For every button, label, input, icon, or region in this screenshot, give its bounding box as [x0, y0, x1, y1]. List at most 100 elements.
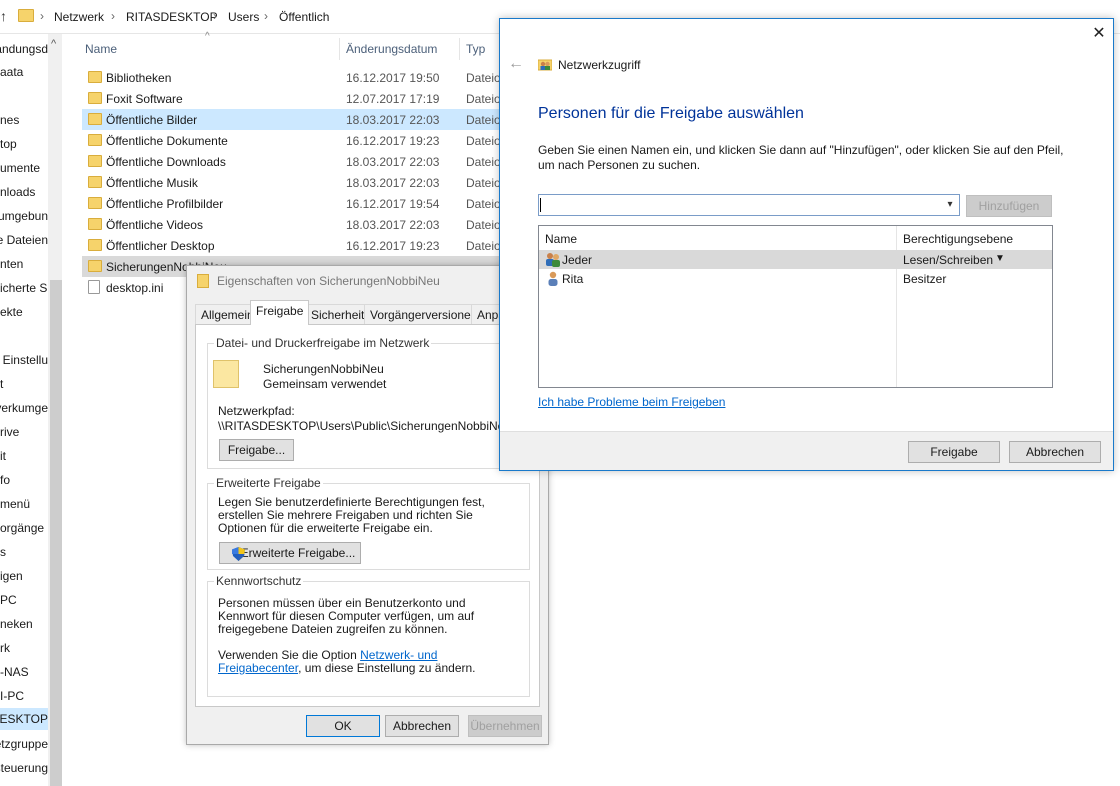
nav-item[interactable]: nloads: [0, 181, 48, 203]
chevron-down-icon[interactable]: ▾: [943, 197, 957, 213]
apply-button[interactable]: Übernehmen: [468, 715, 542, 737]
nav-item[interactable]: nes: [0, 109, 48, 131]
dialog-footer: Freigabe Abbrechen: [500, 431, 1113, 470]
nav-item[interactable]: fo: [0, 469, 48, 491]
chevron-up-icon[interactable]: ^: [51, 38, 56, 50]
nav-item[interactable]: e Dateien: [0, 229, 48, 251]
nav-item[interactable]: orgänge: [0, 517, 48, 539]
folder-icon: [88, 71, 102, 83]
file-row[interactable]: Öffentliche Dokumente 16.12.2017 19:23 D…: [82, 130, 502, 151]
nav-item-selected[interactable]: DESKTOP: [0, 708, 48, 730]
cancel-button[interactable]: Abbrechen: [1009, 441, 1101, 463]
file-type: Dateio: [466, 134, 501, 148]
list-row-jeder[interactable]: Jeder Lesen/Schreiben ▼: [539, 250, 1052, 269]
group-title: Erweiterte Freigabe: [214, 476, 323, 490]
nav-item[interactable]: igen: [0, 565, 48, 587]
share-confirm-button[interactable]: Freigabe: [908, 441, 1000, 463]
list-header-permission[interactable]: Berechtigungsebene: [903, 232, 1013, 246]
breadcrumb-netzwerk[interactable]: Netzwerk: [54, 10, 104, 24]
uac-shield-icon: [232, 547, 245, 561]
breadcrumb-ritasdesktop[interactable]: RITASDESKTOP: [126, 10, 218, 24]
nav-item[interactable]: rive: [0, 421, 48, 443]
nav-item[interactable]: top: [0, 133, 48, 155]
advanced-share-group: Erweiterte Freigabe Legen Sie benutzerde…: [207, 476, 530, 570]
nav-item[interactable]: menü: [0, 493, 48, 515]
sidebar-scrollbar-thumb[interactable]: [50, 280, 62, 786]
nav-item[interactable]: neken: [0, 613, 48, 635]
nav-item[interactable]: PC: [0, 589, 48, 611]
nav-item[interactable]: umente: [0, 157, 48, 179]
file-type: Dateio: [466, 239, 501, 253]
group-title: Kennwortschutz: [214, 574, 304, 588]
ok-button[interactable]: OK: [306, 715, 380, 737]
triangle-down-icon[interactable]: ▼: [995, 253, 1005, 264]
sharing-problems-link[interactable]: Ich habe Probleme beim Freigeben: [538, 395, 725, 409]
properties-dialog[interactable]: Eigenschaften von SicherungenNobbiNeu Al…: [186, 265, 549, 745]
column-header-name[interactable]: Name: [85, 42, 117, 56]
tab-freigabe[interactable]: Freigabe: [250, 300, 310, 325]
folder-icon: [88, 113, 102, 125]
add-button[interactable]: Hinzufügen: [966, 195, 1052, 217]
file-row[interactable]: Bibliotheken 16.12.2017 19:50 Dateio: [82, 67, 502, 88]
permissions-list[interactable]: Name Berechtigungsebene Jeder Lesen/Schr…: [538, 225, 1053, 388]
nav-item[interactable]: e Einstellu: [0, 349, 48, 371]
file-row[interactable]: Öffentliche Downloads 18.03.2017 22:03 D…: [82, 151, 502, 172]
up-arrow-icon[interactable]: ↑: [0, 8, 10, 26]
group-user-icon: [546, 253, 560, 267]
file-row[interactable]: Öffentliche Musik 18.03.2017 22:03 Datei…: [82, 172, 502, 193]
nav-item[interactable]: it: [0, 445, 48, 467]
nav-item[interactable]: rk: [0, 637, 48, 659]
nav-item[interactable]: t: [0, 373, 48, 395]
file-row[interactable]: Foxit Software 12.07.2017 17:19 Dateio: [82, 88, 502, 109]
network-path-value: \\RITASDESKTOP\Users\Public\SicherungenN…: [218, 419, 512, 433]
permission-level-dropdown[interactable]: Lesen/Schreiben: [903, 253, 993, 267]
file-type: Dateio: [466, 176, 501, 190]
back-arrow-icon[interactable]: ←: [508, 55, 524, 73]
folder-icon: [88, 260, 102, 272]
file-name: desktop.ini: [106, 281, 164, 295]
nav-item[interactable]: -NAS: [0, 661, 48, 683]
column-divider[interactable]: [459, 38, 460, 60]
nav-item[interactable]: icherte S: [0, 277, 48, 299]
permission-level[interactable]: Besitzer: [903, 272, 946, 286]
nav-item[interactable]: s: [0, 541, 48, 563]
nav-item[interactable]: nten: [0, 253, 48, 275]
list-row-rita[interactable]: Rita Besitzer: [539, 269, 1052, 288]
person-name-combobox[interactable]: ▾: [538, 194, 960, 216]
nav-item[interactable]: I-PC: [0, 685, 48, 707]
column-divider[interactable]: [339, 38, 340, 60]
close-icon[interactable]: ✕: [1090, 25, 1108, 43]
file-row[interactable]: Öffentliche Videos 18.03.2017 22:03 Date…: [82, 214, 502, 235]
network-access-dialog[interactable]: ✕ ← Netzwerkzugriff Personen für die Fre…: [499, 18, 1114, 471]
nav-item[interactable]: etzgruppe: [0, 733, 48, 755]
advanced-share-button[interactable]: Erweiterte Freigabe...: [219, 542, 361, 564]
dialog-title: Eigenschaften von SicherungenNobbiNeu: [217, 274, 440, 288]
file-row[interactable]: Öffentlicher Desktop 16.12.2017 19:23 Da…: [82, 235, 502, 256]
nav-item[interactable]: steuerung: [0, 757, 48, 779]
nav-item[interactable]: ekte: [0, 301, 48, 323]
column-header-date[interactable]: Änderungsdatum: [346, 42, 437, 56]
nav-item[interactable]: umgebun: [0, 205, 48, 227]
breadcrumb-oeffentlich[interactable]: Öffentlich: [279, 10, 329, 24]
chevron-right-icon: ›: [213, 9, 217, 23]
file-date: 18.03.2017 22:03: [346, 113, 440, 127]
breadcrumb-users[interactable]: Users: [228, 10, 259, 24]
folder-icon: [88, 155, 102, 167]
column-header-type[interactable]: Typ: [466, 42, 485, 56]
hint-suffix: , um diese Einstellung zu ändern.: [298, 661, 476, 675]
file-name: Öffentliche Bilder: [106, 113, 198, 127]
file-name: Öffentliche Downloads: [106, 155, 226, 169]
tab-sicherheit[interactable]: Sicherheit: [305, 304, 371, 324]
file-row-selected[interactable]: Öffentliche Bilder 18.03.2017 22:03 Date…: [82, 109, 502, 130]
file-date: 12.07.2017 17:19: [346, 92, 440, 106]
nav-item[interactable]: aata: [0, 61, 48, 83]
cancel-button[interactable]: Abbrechen: [385, 715, 459, 737]
nav-item[interactable]: verkumge: [0, 397, 48, 419]
user-icon: [548, 271, 558, 286]
list-header-name[interactable]: Name: [545, 232, 577, 246]
nav-item[interactable]: Bandungsd: [0, 38, 48, 60]
file-row[interactable]: Öffentliche Profilbilder 16.12.2017 19:5…: [82, 193, 502, 214]
network-path-label: Netzwerkpfad:: [218, 404, 295, 418]
tab-vorgaengerversionen[interactable]: Vorgängerversionen: [364, 304, 484, 324]
share-button[interactable]: Freigabe...: [219, 439, 294, 461]
